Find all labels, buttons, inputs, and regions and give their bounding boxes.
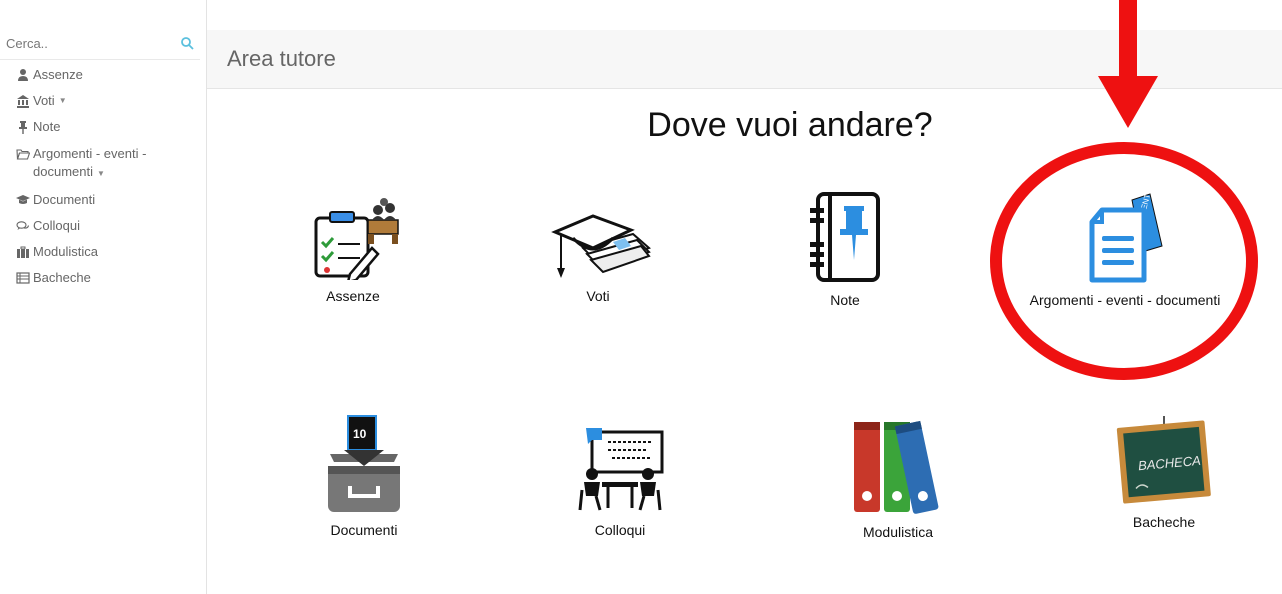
binders-icon: [854, 420, 939, 514]
search-input[interactable]: [6, 32, 176, 54]
sidebar-item-assenze[interactable]: Assenze: [0, 62, 206, 88]
sidebar-item-label: Modulistica: [33, 244, 99, 259]
tile-label: Modulistica: [862, 524, 934, 540]
search-box: [0, 30, 200, 60]
chalkboard-icon: BACHECA: [1116, 416, 1211, 504]
sidebar-item-label: Assenze: [33, 67, 83, 82]
page-title: Area tutore: [227, 46, 336, 71]
tile-colloqui[interactable]: Colloqui: [500, 424, 740, 538]
tile-label: Voti: [586, 288, 610, 304]
sidebar-nav: Assenze Voti ▼ Note Argomenti - eventi -…: [0, 62, 206, 291]
user-icon: [18, 69, 28, 81]
sidebar-item-label-line2: documenti ▼: [33, 163, 146, 183]
tile-bacheche[interactable]: BACHECA Bacheche: [1044, 414, 1282, 530]
highlight-circle: [990, 142, 1258, 380]
caret-down-icon: ▼: [58, 96, 67, 105]
graduation-cap-icon: [16, 195, 30, 204]
graduation-cap-papers-icon: [551, 214, 651, 278]
tile-assenze[interactable]: Assenze: [233, 198, 473, 304]
sidebar-item-label: Colloqui: [33, 218, 80, 233]
folder-open-icon: [16, 149, 30, 160]
sidebar-item-label: Argomenti - eventi - documenti ▼: [33, 145, 146, 183]
meeting-blackboard-icon: [578, 428, 664, 511]
sidebar-item-label: Voti: [33, 93, 55, 108]
list-icon: [16, 272, 30, 284]
sidebar-item-label: Documenti: [33, 192, 96, 207]
tile-label: Note: [830, 292, 860, 308]
svg-text:10: 10: [353, 427, 367, 441]
sidebar-item-note[interactable]: Note: [0, 114, 206, 140]
comments-icon: [16, 221, 30, 230]
sidebar-item-colloqui[interactable]: Colloqui: [0, 213, 206, 239]
attendance-clipboard-icon: [314, 198, 399, 280]
institution-icon: [17, 95, 29, 108]
tile-note[interactable]: Note: [725, 190, 965, 308]
page-question: Dove vuoi andare?: [647, 106, 933, 144]
sidebar-item-label: Bacheche: [33, 270, 91, 285]
tile-label: Documenti: [330, 522, 398, 538]
search-icon[interactable]: [180, 36, 194, 50]
tile-label: Colloqui: [594, 522, 646, 538]
sidebar: Assenze Voti ▼ Note Argomenti - eventi -…: [0, 0, 207, 594]
tile-voti[interactable]: Voti: [478, 198, 718, 304]
sidebar-item-label-line2-text: documenti: [33, 164, 93, 179]
sidebar-item-documenti[interactable]: Documenti: [0, 187, 206, 213]
tile-modulistica[interactable]: Modulistica: [778, 416, 1018, 540]
document-tray-icon: 10: [328, 415, 400, 512]
tile-label: Assenze: [326, 288, 380, 304]
pinned-notebook-icon: [810, 192, 880, 282]
sidebar-item-label: Note: [33, 119, 61, 134]
sidebar-item-bacheche[interactable]: Bacheche: [0, 265, 206, 291]
tile-documenti[interactable]: 10 Documenti: [244, 414, 484, 538]
down-arrow-icon: [1098, 0, 1158, 128]
caret-down-icon: ▼: [96, 169, 105, 178]
sidebar-item-argomenti[interactable]: Argomenti - eventi - documenti ▼: [0, 140, 206, 187]
pin-icon: [19, 121, 27, 134]
tile-label: Bacheche: [1132, 514, 1196, 530]
briefcase-icon: [17, 246, 29, 258]
sidebar-item-label-line1: Argomenti - eventi -: [33, 146, 147, 161]
sidebar-item-voti[interactable]: Voti ▼: [0, 88, 206, 114]
sidebar-item-modulistica[interactable]: Modulistica: [0, 239, 206, 265]
